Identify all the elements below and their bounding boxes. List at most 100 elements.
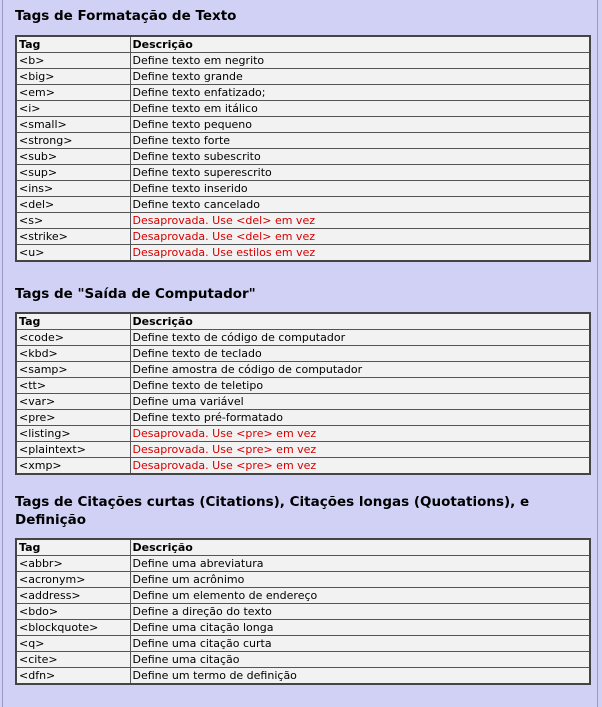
tag-cell: <kbd> — [15, 345, 131, 362]
tag-cell: <abbr> — [15, 555, 131, 572]
table-row: <q> Define uma citação curta — [15, 635, 591, 652]
table-row: <tt> Define texto de teletipo — [15, 377, 591, 394]
description-cell: Define texto subescrito — [129, 148, 591, 165]
tag-cell: <b> — [15, 52, 131, 69]
tag-cell: <blockquote> — [15, 619, 131, 636]
tag-column-header: Tag — [15, 312, 131, 330]
section-title: Tags de Formatação de Texto — [15, 8, 237, 24]
table-row: <xmp> Desaprovada. Use <pre> em vez — [15, 457, 591, 475]
tag-cell: <address> — [15, 587, 131, 604]
tag-column-header: Tag — [15, 35, 131, 53]
description-cell: Define texto de teletipo — [129, 377, 591, 394]
description-cell: Define um acrônimo — [129, 571, 591, 588]
table-row: <em> Define texto enfatizado; — [15, 84, 591, 101]
tag-cell: <dfn> — [15, 667, 131, 685]
description-cell: Define texto cancelado — [129, 196, 591, 213]
tag-cell: <pre> — [15, 409, 131, 426]
section-title: Tags de Citações curtas (Citations), Cit… — [15, 494, 530, 528]
table-row: <i> Define texto em itálico — [15, 100, 591, 117]
tag-cell: <sup> — [15, 164, 131, 181]
tag-table: Tag Descrição <code> Define texto de códi… — [15, 312, 591, 475]
tag-cell: <plaintext> — [15, 441, 131, 458]
table-row: <sub> Define texto subescrito — [15, 148, 591, 165]
tag-cell: <q> — [15, 635, 131, 652]
description-cell: Define uma citação curta — [129, 635, 591, 652]
table-row: <bdo> Define a direção do texto — [15, 603, 591, 620]
table-row: <u> Desaprovada. Use estilos em vez — [15, 244, 591, 262]
table-header-row: Tag Descrição — [15, 312, 591, 330]
deprecated-description-cell: Desaprovada. Use estilos em vez — [129, 244, 591, 262]
tag-table: Tag Descrição <abbr> Define uma abreviatu… — [15, 538, 591, 685]
description-column-header: Descrição — [129, 35, 591, 53]
tag-cell: <samp> — [15, 361, 131, 378]
description-cell: Define texto superescrito — [129, 164, 591, 181]
table-row: <abbr> Define uma abreviatura — [15, 555, 591, 572]
description-cell: Define uma variável — [129, 393, 591, 410]
table-row: <dfn> Define um termo de definição — [15, 667, 591, 685]
description-cell: Define texto inserido — [129, 180, 591, 197]
description-cell: Define uma abreviatura — [129, 555, 591, 572]
table-row: <ins> Define texto inserido — [15, 180, 591, 197]
table-row: <strike> Desaprovada. Use <del> em vez — [15, 228, 591, 245]
tag-cell: <xmp> — [15, 457, 131, 475]
tag-cell: <bdo> — [15, 603, 131, 620]
tag-cell: <ins> — [15, 180, 131, 197]
tag-column-header: Tag — [15, 538, 131, 556]
table-row: <b> Define texto em negrito — [15, 52, 591, 69]
description-cell: Define texto grande — [129, 68, 591, 85]
table-row: <plaintext> Desaprovada. Use <pre> em vez — [15, 441, 591, 458]
table-row: <var> Define uma variável — [15, 393, 591, 410]
deprecated-description-cell: Desaprovada. Use <del> em vez — [129, 212, 591, 229]
tag-cell: <tt> — [15, 377, 131, 394]
table-row: <big> Define texto grande — [15, 68, 591, 85]
description-cell: Define texto pequeno — [129, 116, 591, 133]
table-row: <kbd> Define texto de teclado — [15, 345, 591, 362]
description-cell: Define uma citação longa — [129, 619, 591, 636]
tag-cell: <strike> — [15, 228, 131, 245]
table-row: <samp> Define amostra de código de comput… — [15, 361, 591, 378]
description-column-header: Descrição — [129, 312, 591, 330]
deprecated-description-cell: Desaprovada. Use <del> em vez — [129, 228, 591, 245]
table-row: <listing> Desaprovada. Use <pre> em vez — [15, 425, 591, 442]
tag-cell: <code> — [15, 329, 131, 346]
section-title: Tags de "Saída de Computador" — [15, 286, 256, 302]
table-row: <sup> Define texto superescrito — [15, 164, 591, 181]
tag-cell: <i> — [15, 100, 131, 117]
table-row: <address> Define um elemento de endereço — [15, 587, 591, 604]
tag-cell: <strong> — [15, 132, 131, 149]
tag-table: Tag Descrição <b> Define texto em negrito… — [15, 35, 591, 262]
description-cell: Define uma citação — [129, 651, 591, 668]
table-row: <strong> Define texto forte — [15, 132, 591, 149]
tag-cell: <u> — [15, 244, 131, 262]
description-cell: Define texto de teclado — [129, 345, 591, 362]
tag-cell: <em> — [15, 84, 131, 101]
description-cell: Define um elemento de endereço — [129, 587, 591, 604]
description-cell: Define texto em negrito — [129, 52, 591, 69]
deprecated-description-cell: Desaprovada. Use <pre> em vez — [129, 425, 591, 442]
deprecated-description-cell: Desaprovada. Use <pre> em vez — [129, 457, 591, 475]
tag-cell: <acronym> — [15, 571, 131, 588]
description-cell: Define texto em itálico — [129, 100, 591, 117]
table-header-row: Tag Descrição — [15, 538, 591, 556]
table-row: <blockquote> Define uma citação longa — [15, 619, 591, 636]
tag-cell: <del> — [15, 196, 131, 213]
description-cell: Define amostra de código de computador — [129, 361, 591, 378]
table-row: <del> Define texto cancelado — [15, 196, 591, 213]
table-row: <s> Desaprovada. Use <del> em vez — [15, 212, 591, 229]
tag-cell: <s> — [15, 212, 131, 229]
table-row: <acronym> Define um acrônimo — [15, 571, 591, 588]
description-cell: Define texto pré-formatado — [129, 409, 591, 426]
tag-cell: <listing> — [15, 425, 131, 442]
description-cell: Define texto de código de computador — [129, 329, 591, 346]
table-header-row: Tag Descrição — [15, 35, 591, 53]
tag-cell: <var> — [15, 393, 131, 410]
tag-cell: <cite> — [15, 651, 131, 668]
description-cell: Define texto forte — [129, 132, 591, 149]
table-row: <small> Define texto pequeno — [15, 116, 591, 133]
description-cell: Define um termo de definição — [129, 667, 591, 685]
tag-cell: <big> — [15, 68, 131, 85]
table-row: <pre> Define texto pré-formatado — [15, 409, 591, 426]
deprecated-description-cell: Desaprovada. Use <pre> em vez — [129, 441, 591, 458]
description-cell: Define texto enfatizado; — [129, 84, 591, 101]
table-row: <code> Define texto de código de computad… — [15, 329, 591, 346]
